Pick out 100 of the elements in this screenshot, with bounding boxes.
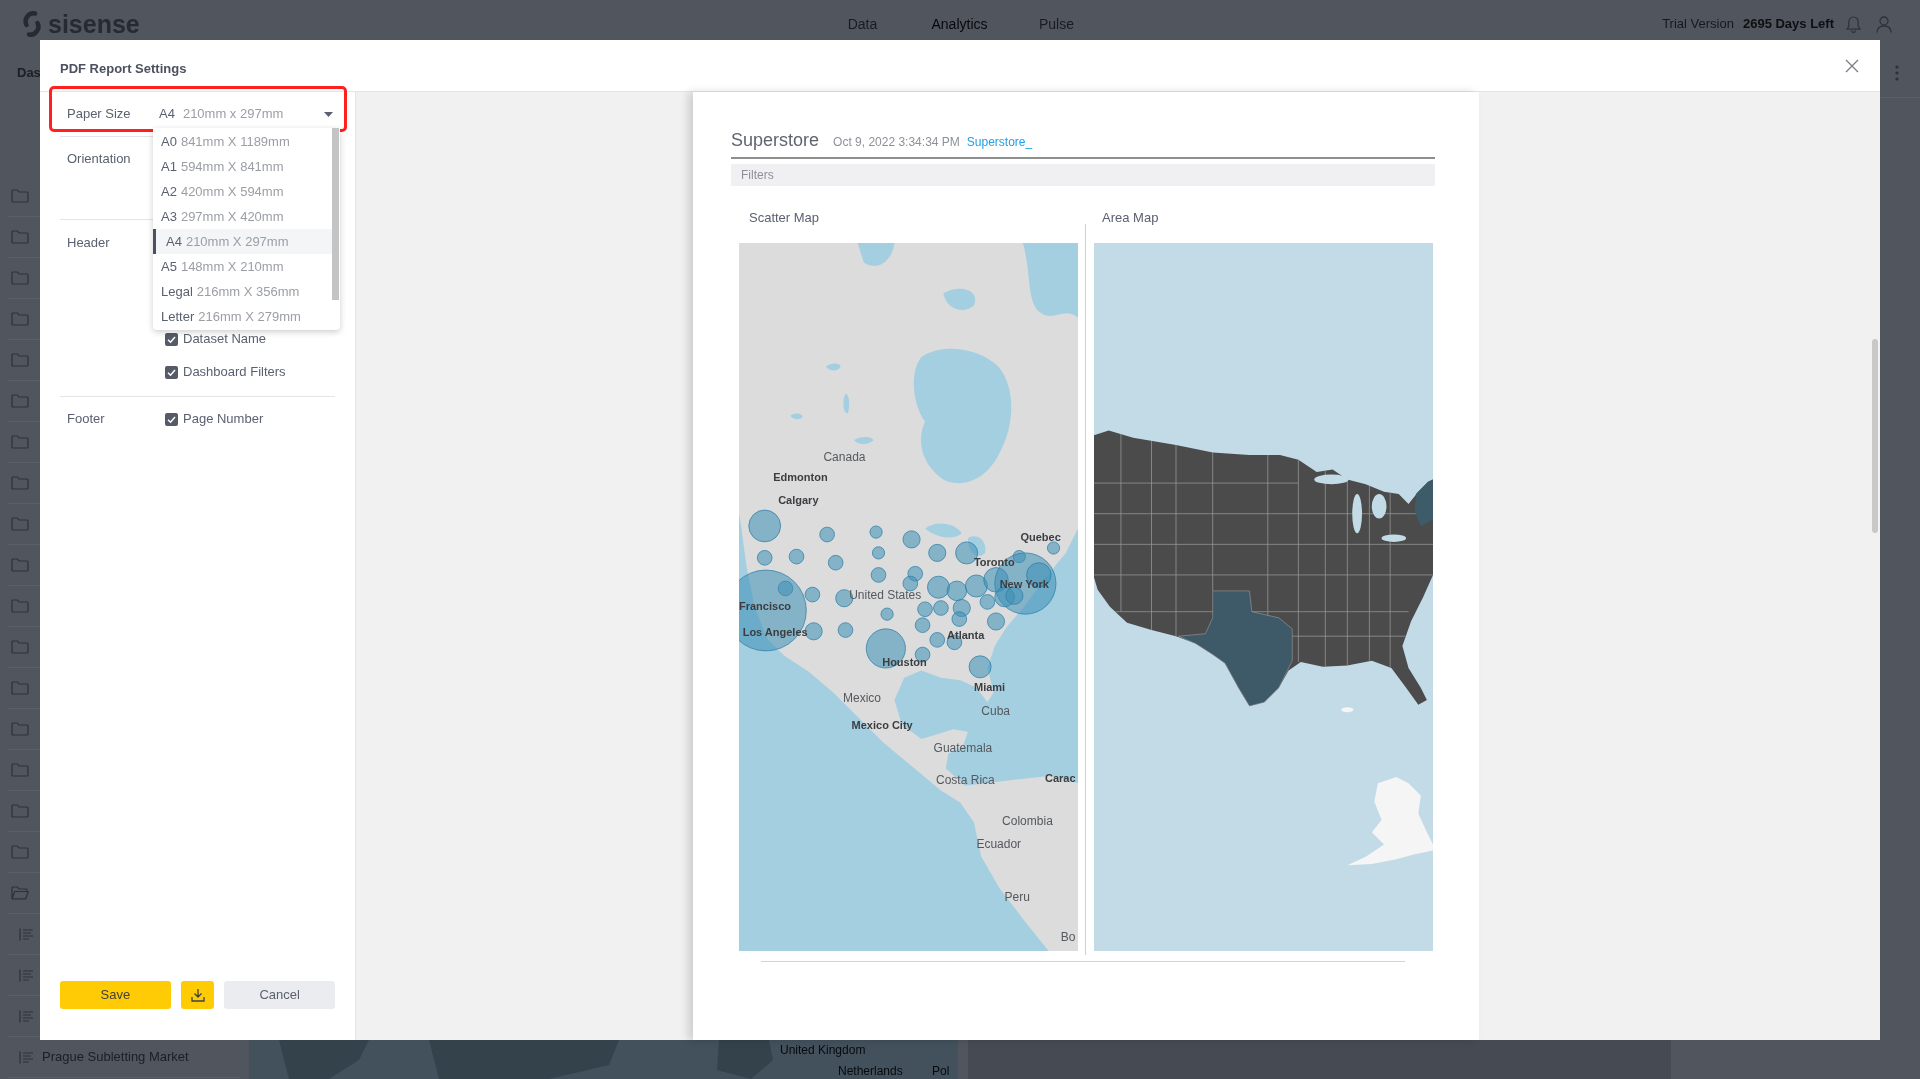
save-button[interactable]: Save (60, 981, 171, 1009)
map-bubble (827, 555, 844, 571)
map-label: Quebec (1020, 529, 1061, 544)
lake-shape (967, 536, 986, 556)
widget-title: Scatter Map (748, 210, 821, 226)
lake-shape (825, 363, 841, 371)
folder-icon[interactable] (11, 640, 29, 654)
menu-option[interactable]: A4 210mm X 297mm (153, 229, 332, 254)
days-left: 2695 Days Left (1742, 16, 1834, 32)
download-button[interactable] (180, 981, 215, 1009)
checkbox[interactable] (165, 332, 178, 346)
map-bubble (951, 611, 967, 627)
map-label: Peru (1004, 889, 1030, 904)
map-bubble (819, 526, 835, 543)
checkbox-label: Page Number (183, 411, 264, 427)
checkbox[interactable] (165, 412, 178, 426)
folder-icon[interactable] (11, 189, 29, 203)
folder-icon[interactable] (11, 845, 29, 859)
map-bubble (880, 607, 894, 621)
checkbox-label: Dashboard Filters (183, 364, 286, 380)
folder-icon[interactable] (11, 681, 29, 695)
list-icon[interactable] (19, 1050, 34, 1064)
cancel-button[interactable]: Cancel (224, 981, 335, 1009)
folder-icon[interactable] (11, 476, 29, 490)
water-shape (857, 243, 895, 266)
close-button[interactable] (1845, 59, 1859, 73)
highlighted-state-shape (1414, 479, 1433, 526)
map-label: Miami (973, 680, 1006, 695)
map-label: Carac (1044, 770, 1076, 785)
checkbox-label: Dataset Name (183, 331, 267, 347)
map-bubble (928, 543, 947, 562)
lake-shape (925, 523, 962, 538)
close-icon (1845, 59, 1859, 73)
report-timestamp: Oct 9, 2022 3:34:34 PM (833, 135, 960, 150)
list-icon[interactable] (19, 927, 34, 941)
folder-icon[interactable] (11, 271, 29, 285)
map-label: Francisco (739, 599, 791, 614)
lake-shape (790, 413, 803, 420)
map-bubble (968, 655, 992, 679)
map-label: Atlanta (947, 627, 985, 642)
folder-icon[interactable] (11, 722, 29, 736)
map-bubble (902, 575, 919, 592)
map-bubble (837, 622, 854, 638)
menu-option[interactable]: Letter 216mm X 279mm (153, 304, 332, 329)
map-label: Cuba (981, 703, 1010, 718)
map-label: Mexico (843, 691, 882, 706)
menu-option[interactable]: A2 420mm X 594mm (153, 179, 332, 204)
folder-icon[interactable] (11, 558, 29, 572)
bell-icon[interactable] (1846, 15, 1861, 33)
map-bubble (946, 580, 967, 602)
map-label: Ecuador (976, 836, 1022, 851)
folder-icon[interactable] (11, 517, 29, 531)
map-bubble (748, 509, 781, 543)
map-bubble (870, 567, 887, 583)
map-label: Calgary (778, 493, 819, 507)
paper-size-select[interactable]: A4 210mm x 297mm (153, 100, 335, 128)
widget-title: Area Map (1101, 210, 1160, 226)
map-bubble (914, 617, 931, 633)
menu-option[interactable]: A5 148mm X 210mm (153, 254, 332, 279)
map-label: Netherlands (838, 1064, 903, 1078)
map-bubble (757, 550, 773, 566)
logo-icon (20, 10, 44, 38)
folder-icon[interactable] (11, 353, 29, 367)
sidebar-title: Das (17, 65, 41, 81)
menu-option[interactable]: A1 594mm X 841mm (153, 154, 332, 179)
map-label: Houston (882, 654, 927, 669)
menu-scrollbar[interactable] (332, 128, 339, 300)
open-folder-icon[interactable] (11, 886, 29, 900)
trial-label: Trial Version (1662, 16, 1734, 32)
map-bubble (872, 546, 885, 560)
list-icon[interactable] (19, 968, 34, 982)
map-label: Colombia (1002, 813, 1053, 828)
menu-option[interactable]: Legal 216mm X 356mm (153, 279, 332, 304)
checkbox[interactable] (165, 365, 178, 379)
folder-icon[interactable] (11, 804, 29, 818)
map-label: Edmonton (773, 469, 828, 484)
menu-option[interactable]: A0 841mm X 1189mm (153, 129, 332, 154)
map-label: Canada (823, 450, 866, 465)
report-title: Superstore (731, 129, 820, 152)
section-label: Header (67, 235, 111, 251)
map-label: Guatemala (933, 741, 993, 756)
island-shape (1341, 707, 1354, 713)
folder-icon[interactable] (11, 435, 29, 449)
folder-icon[interactable] (11, 599, 29, 613)
more-options-icon[interactable] (1895, 64, 1899, 81)
filters-label: Filters (741, 167, 774, 183)
download-icon (190, 988, 205, 1002)
menu-option[interactable]: A3 297mm X 420mm (153, 204, 332, 229)
caret-icon (324, 111, 333, 117)
folder-icon[interactable] (11, 763, 29, 777)
map-label: Costa Rica (936, 773, 995, 788)
folder-icon[interactable] (11, 394, 29, 408)
scrollbar[interactable] (1872, 339, 1878, 533)
map-bubble (929, 632, 945, 648)
map-label: Mexico City (851, 718, 913, 733)
user-icon[interactable] (1876, 15, 1892, 33)
section-label: Orientation (66, 150, 131, 167)
folder-icon[interactable] (11, 312, 29, 326)
list-icon[interactable] (19, 1009, 34, 1023)
folder-icon[interactable] (11, 230, 29, 244)
